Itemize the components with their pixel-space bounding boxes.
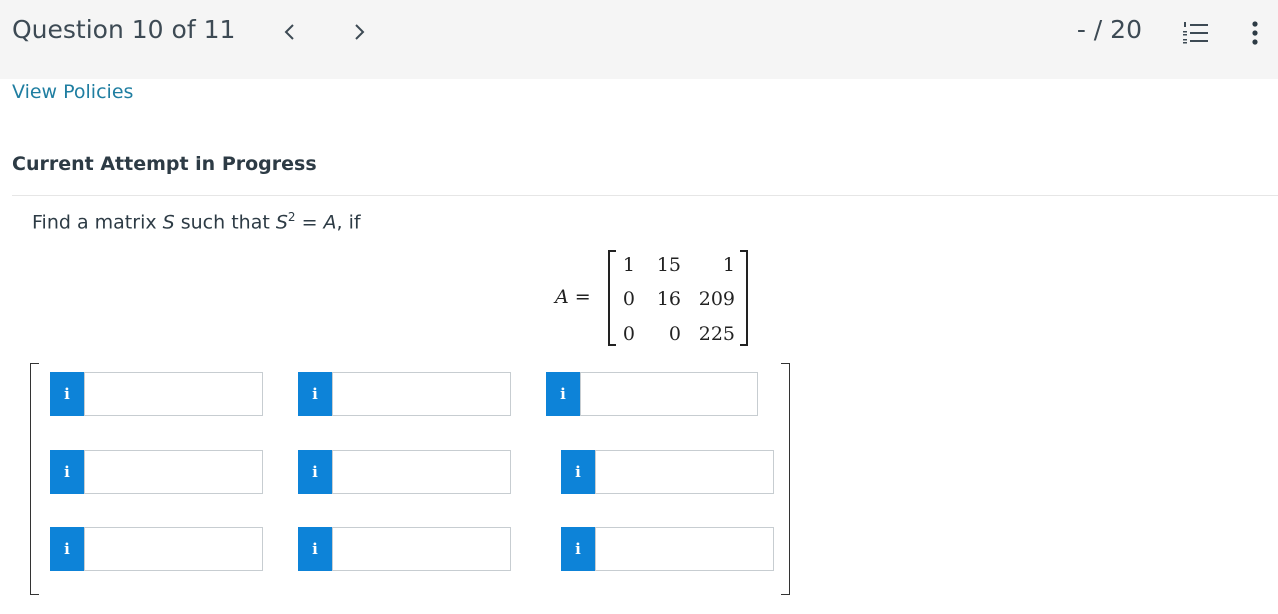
question-title: Question 10 of 11 bbox=[12, 15, 236, 44]
answer-cell-1-3: i bbox=[546, 372, 758, 416]
matrix-cell: 1 bbox=[722, 254, 735, 276]
matrix-right-bracket bbox=[740, 250, 748, 346]
answer-cell-3-1: i bbox=[50, 527, 263, 571]
chevron-right-icon[interactable] bbox=[352, 22, 366, 42]
info-icon[interactable]: i bbox=[298, 450, 332, 494]
info-icon[interactable]: i bbox=[50, 372, 84, 416]
chevron-left-icon[interactable] bbox=[283, 22, 297, 42]
answer-matrix-right-bracket bbox=[781, 363, 790, 595]
answer-input-2-2[interactable] bbox=[332, 450, 511, 494]
answer-cell-1-2: i bbox=[298, 372, 511, 416]
matrix-cell: 0 bbox=[668, 323, 681, 345]
score-display: - / 20 bbox=[1076, 15, 1142, 44]
answer-input-3-1[interactable] bbox=[84, 527, 263, 571]
matrix-cell: 15 bbox=[656, 254, 681, 276]
answer-cell-1-1: i bbox=[50, 372, 263, 416]
answer-input-2-1[interactable] bbox=[84, 450, 263, 494]
info-icon[interactable]: i bbox=[546, 372, 580, 416]
answer-matrix-left-bracket bbox=[30, 363, 39, 595]
answer-cell-3-2: i bbox=[298, 527, 511, 571]
matrix-cell: 1 bbox=[622, 254, 635, 276]
matrix-a: A = 1 15 1 0 16 209 0 0 225 bbox=[555, 250, 755, 346]
answer-cell-2-1: i bbox=[50, 450, 263, 494]
answer-input-3-3[interactable] bbox=[595, 527, 774, 571]
answer-cell-3-3: i bbox=[561, 527, 774, 571]
matrix-cell: 0 bbox=[622, 288, 635, 310]
matrix-a-label: A = bbox=[555, 286, 591, 308]
matrix-left-bracket bbox=[608, 250, 616, 346]
question-text: Find a matrix S such that S2 = A, if bbox=[32, 210, 361, 234]
answer-cell-2-2: i bbox=[298, 450, 511, 494]
info-icon[interactable]: i bbox=[50, 527, 84, 571]
divider bbox=[12, 195, 1278, 196]
answer-input-1-3[interactable] bbox=[580, 372, 758, 416]
matrix-cell: 225 bbox=[698, 323, 735, 345]
matrix-cell: 0 bbox=[622, 323, 635, 345]
answer-input-1-2[interactable] bbox=[332, 372, 511, 416]
quiz-header: Question 10 of 11 - / 20 bbox=[0, 0, 1278, 79]
view-policies-link[interactable]: View Policies bbox=[12, 81, 133, 103]
attempt-status: Current Attempt in Progress bbox=[12, 153, 317, 175]
answer-input-3-2[interactable] bbox=[332, 527, 511, 571]
info-icon[interactable]: i bbox=[561, 527, 595, 571]
info-icon[interactable]: i bbox=[298, 527, 332, 571]
more-vertical-icon[interactable] bbox=[1251, 20, 1259, 46]
numbered-list-icon[interactable] bbox=[1182, 20, 1210, 46]
info-icon[interactable]: i bbox=[298, 372, 332, 416]
answer-input-1-1[interactable] bbox=[84, 372, 263, 416]
info-icon[interactable]: i bbox=[561, 450, 595, 494]
matrix-cell: 16 bbox=[656, 288, 681, 310]
info-icon[interactable]: i bbox=[50, 450, 84, 494]
matrix-cell: 209 bbox=[698, 288, 735, 310]
answer-input-2-3[interactable] bbox=[595, 450, 774, 494]
answer-cell-2-3: i bbox=[561, 450, 774, 494]
